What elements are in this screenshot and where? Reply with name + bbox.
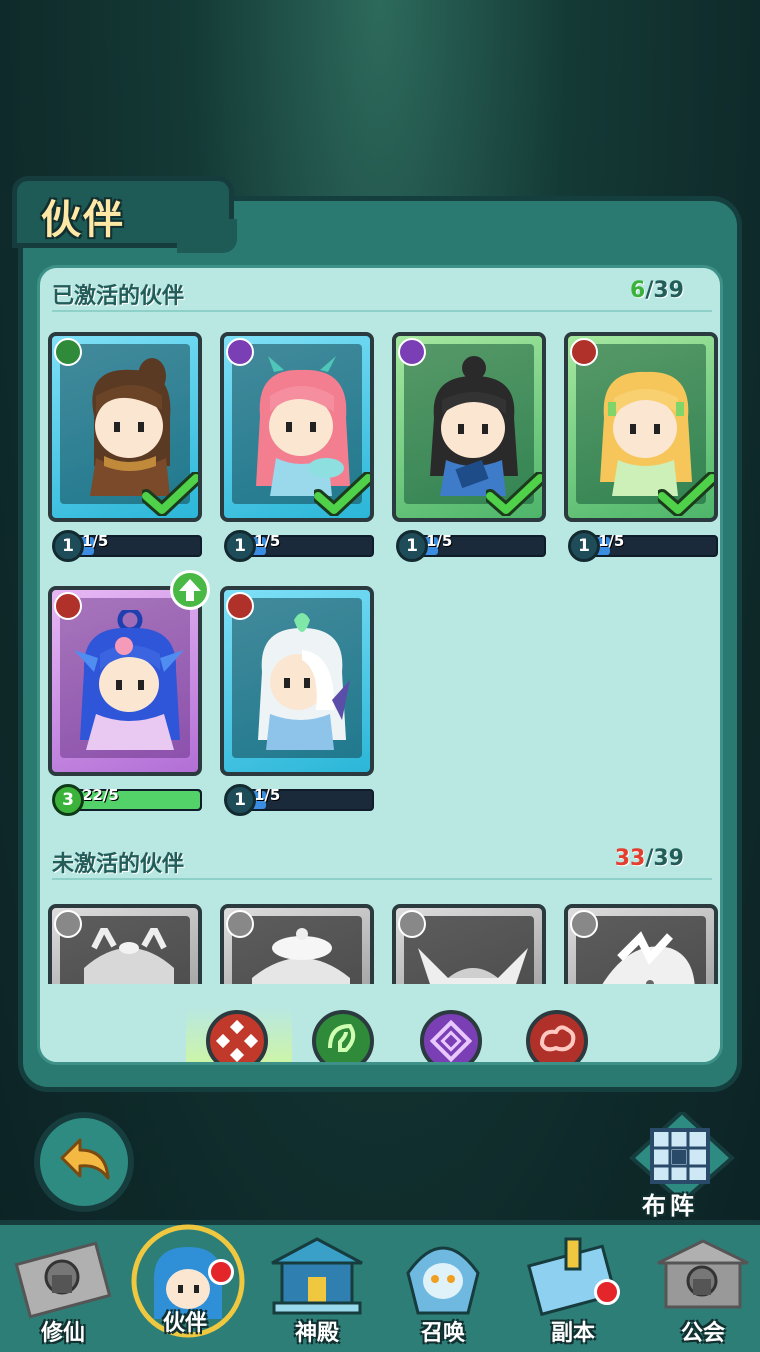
nav-label: 副本 bbox=[550, 1321, 595, 1346]
progress-text: 22/5 bbox=[82, 786, 119, 804]
check-icon bbox=[142, 472, 198, 516]
level-badge: 1 bbox=[224, 784, 256, 816]
nav-guild[interactable]: 公会 bbox=[648, 1233, 758, 1352]
companion-progress-bar: 1 1/5 bbox=[52, 530, 202, 562]
locked-guild-icon bbox=[657, 1239, 749, 1309]
nav-summon[interactable]: 召唤 bbox=[388, 1233, 498, 1352]
filter-all-button[interactable] bbox=[206, 1010, 268, 1062]
temple-icon bbox=[271, 1237, 363, 1315]
notification-dot bbox=[208, 1259, 234, 1285]
filter-leaf-button[interactable] bbox=[312, 1010, 374, 1062]
companion-card-white-hair[interactable] bbox=[220, 586, 374, 776]
progress-text: 1/5 bbox=[598, 532, 625, 550]
check-icon bbox=[658, 472, 714, 516]
activated-count: 6/39 bbox=[630, 278, 684, 303]
progress-text: 1/5 bbox=[82, 532, 109, 550]
notification-dot bbox=[594, 1279, 620, 1305]
upgrade-arrow-icon[interactable] bbox=[170, 570, 210, 610]
nav-dungeon[interactable]: 副本 bbox=[518, 1233, 628, 1352]
level-badge: 1 bbox=[52, 530, 84, 562]
activated-section-header: 已激活的伙伴 6/39 bbox=[52, 272, 712, 312]
check-icon bbox=[314, 472, 370, 516]
companion-progress-bar: 1 1/5 bbox=[568, 530, 718, 562]
locked-scroll-icon bbox=[14, 1241, 112, 1319]
leaf-element-icon bbox=[54, 338, 82, 366]
level-badge: 1 bbox=[568, 530, 600, 562]
progress-text: 1/5 bbox=[254, 532, 281, 550]
level-badge: 1 bbox=[224, 530, 256, 562]
formation-button[interactable]: 布阵 bbox=[628, 1109, 736, 1222]
nav-label: 修仙 bbox=[40, 1321, 85, 1346]
page-title: 伙伴 bbox=[41, 197, 125, 243]
level-badge: 1 bbox=[396, 530, 428, 562]
summon-icon bbox=[406, 1246, 480, 1315]
inactive-label: 未激活的伙伴 bbox=[52, 852, 185, 877]
nav-label: 神殿 bbox=[294, 1321, 339, 1346]
dungeon-scroll-icon bbox=[527, 1237, 618, 1317]
nav-cultivation[interactable]: 修仙 bbox=[8, 1233, 118, 1352]
white-hair-character-portrait bbox=[258, 613, 350, 750]
title-tab: 伙伴 bbox=[12, 176, 237, 253]
activated-label: 已激活的伙伴 bbox=[52, 284, 185, 309]
progress-text: 1/5 bbox=[254, 786, 281, 804]
back-arrow-icon bbox=[60, 1138, 110, 1180]
companion-card-black-hair[interactable] bbox=[392, 332, 546, 522]
inactive-count: 33/39 bbox=[614, 846, 684, 871]
element-icon bbox=[570, 910, 598, 938]
companion-card-pink-hair[interactable] bbox=[220, 332, 374, 522]
companion-progress-bar: 1 1/5 bbox=[396, 530, 546, 562]
leaf-icon bbox=[328, 1023, 356, 1052]
check-icon bbox=[486, 472, 542, 516]
level-badge: 3 bbox=[52, 784, 84, 816]
formation-label: 布阵 bbox=[642, 1192, 698, 1220]
companion-list[interactable]: 已激活的伙伴 6/39 1 1/5 1 1/5 1 1/5 1 1/5 3 22… bbox=[37, 265, 723, 1065]
element-icon bbox=[54, 910, 82, 938]
inactive-section-header: 未激活的伙伴 33/39 bbox=[52, 840, 712, 880]
companion-card-blonde[interactable] bbox=[564, 332, 718, 522]
swirl-element-icon bbox=[226, 338, 254, 366]
companion-card-blue-hair[interactable] bbox=[48, 586, 202, 776]
companion-progress-bar: 1 1/5 bbox=[224, 530, 374, 562]
filter-swirl-button[interactable] bbox=[420, 1010, 482, 1062]
swirl-element-icon bbox=[398, 338, 426, 366]
nav-companion-active[interactable]: 伙伴 bbox=[130, 1223, 245, 1347]
nav-label: 伙伴 bbox=[162, 1311, 207, 1336]
nav-temple[interactable]: 神殿 bbox=[262, 1233, 372, 1352]
bottom-navigation: 修仙 伙伴 神殿 召唤 副本 公会 bbox=[0, 1220, 760, 1352]
companion-progress-bar: 3 22/5 bbox=[52, 784, 202, 816]
cloud-element-icon bbox=[570, 338, 598, 366]
filter-cloud-button[interactable] bbox=[526, 1010, 588, 1062]
cloud-icon bbox=[539, 1025, 576, 1052]
element-icon bbox=[226, 910, 254, 938]
companion-panel: 已激活的伙伴 6/39 1 1/5 1 1/5 1 1/5 1 1/5 3 22… bbox=[18, 196, 742, 1092]
progress-text: 1/5 bbox=[426, 532, 453, 550]
swirl-icon bbox=[429, 1019, 473, 1062]
diamond-cluster-icon bbox=[215, 1019, 259, 1062]
companion-card-brown-hair[interactable] bbox=[48, 332, 202, 522]
companion-progress-bar: 1 1/5 bbox=[224, 784, 374, 816]
nav-label: 公会 bbox=[680, 1321, 725, 1346]
nav-label: 召唤 bbox=[420, 1321, 465, 1346]
back-button[interactable] bbox=[34, 1112, 134, 1212]
cloud-element-icon bbox=[226, 592, 254, 620]
element-icon bbox=[398, 910, 426, 938]
blue-hair-character-portrait bbox=[74, 610, 184, 750]
cloud-element-icon bbox=[54, 592, 82, 620]
